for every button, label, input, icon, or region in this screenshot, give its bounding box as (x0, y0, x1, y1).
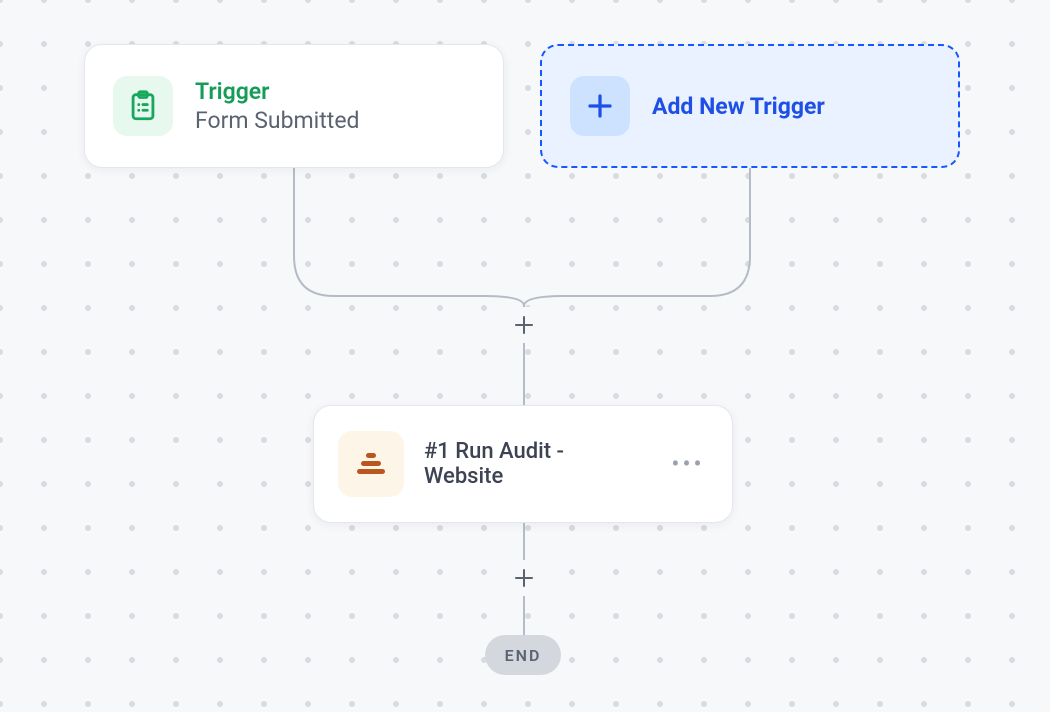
more-icon: ••• (671, 450, 704, 478)
end-label: END (505, 646, 542, 665)
add-step-button-bottom[interactable] (506, 560, 542, 596)
add-step-button-top[interactable] (506, 307, 542, 343)
workflow-canvas[interactable]: Trigger Form Submitted Add New Trigger (0, 0, 1050, 712)
end-node: END (485, 635, 561, 675)
stack-icon (338, 431, 404, 497)
step-more-button[interactable]: ••• (668, 444, 708, 484)
trigger-title: Trigger (195, 79, 360, 104)
workflow-step-node[interactable]: #1 Run Audit - Website ••• (313, 405, 733, 523)
clipboard-icon (113, 76, 173, 136)
trigger-node[interactable]: Trigger Form Submitted (84, 44, 504, 168)
step-label: #1 Run Audit - Website (424, 439, 648, 489)
add-trigger-label: Add New Trigger (652, 93, 825, 120)
trigger-subtitle: Form Submitted (195, 108, 360, 133)
plus-icon (570, 76, 630, 136)
add-trigger-node[interactable]: Add New Trigger (540, 44, 960, 168)
